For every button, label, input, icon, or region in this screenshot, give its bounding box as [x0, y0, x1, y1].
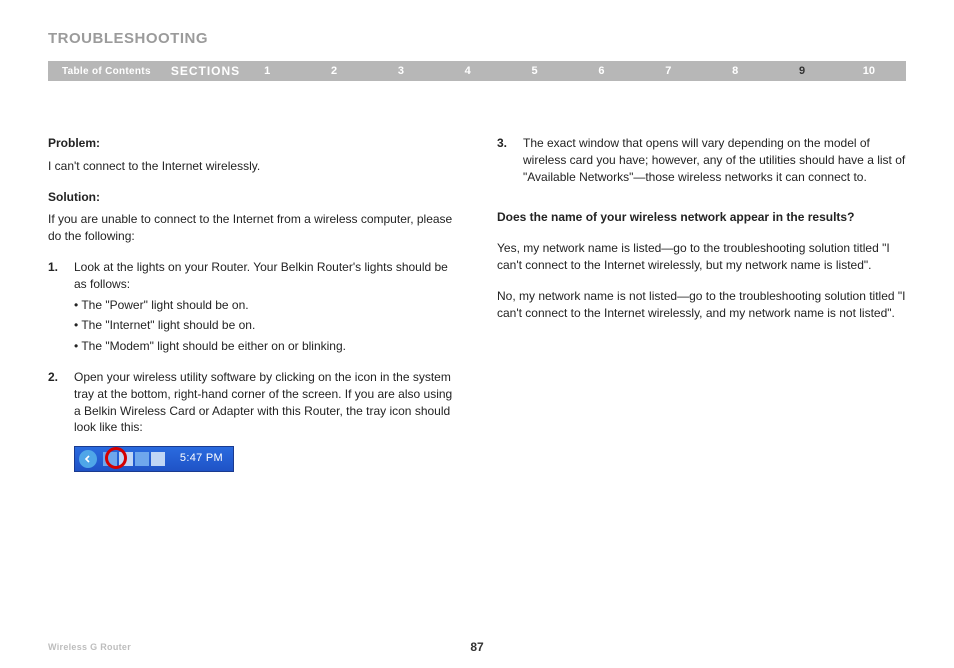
highlight-circle-icon — [105, 447, 127, 469]
section-link-2[interactable]: 2 — [327, 65, 341, 77]
sections-label: SECTIONS — [165, 64, 260, 78]
problem-text: I can't connect to the Internet wireless… — [48, 158, 457, 175]
tray-icon — [151, 452, 165, 466]
toc-link[interactable]: Table of Contents — [48, 66, 165, 77]
section-link-9[interactable]: 9 — [795, 65, 809, 77]
step-1-bullet-2: • The "Internet" light should be on. — [74, 317, 457, 334]
section-numbers: 1 2 3 4 5 6 7 8 9 10 — [260, 65, 906, 77]
step-3-number: 3. — [497, 135, 523, 185]
solution-label: Solution: — [48, 189, 457, 206]
section-link-4[interactable]: 4 — [461, 65, 475, 77]
section-link-10[interactable]: 10 — [862, 65, 876, 77]
section-link-7[interactable]: 7 — [661, 65, 675, 77]
section-link-5[interactable]: 5 — [528, 65, 542, 77]
section-nav-bar: Table of Contents SECTIONS 1 2 3 4 5 6 7… — [48, 61, 906, 81]
section-link-3[interactable]: 3 — [394, 65, 408, 77]
page-number: 87 — [470, 640, 483, 654]
step-1-bullet-3: • The "Modem" light should be either on … — [74, 338, 457, 355]
tray-expand-icon — [79, 450, 97, 468]
step-2-text: Open your wireless utility software by c… — [74, 369, 457, 436]
document-page: TROUBLESHOOTING Table of Contents SECTIO… — [0, 0, 954, 668]
step-3: 3. The exact window that opens will vary… — [497, 135, 906, 185]
page-footer: Wireless G Router 87 — [48, 642, 906, 652]
step-1-bullet-1: • The "Power" light should be on. — [74, 297, 457, 314]
problem-label: Problem: — [48, 135, 457, 152]
section-link-6[interactable]: 6 — [594, 65, 608, 77]
step-2: 2. Open your wireless utility software b… — [48, 369, 457, 472]
step-1-number: 1. — [48, 259, 74, 359]
answer-yes: Yes, my network name is listed—go to the… — [497, 240, 906, 274]
section-link-1[interactable]: 1 — [260, 65, 274, 77]
network-question: Does the name of your wireless network a… — [497, 209, 906, 226]
solution-intro: If you are unable to connect to the Inte… — [48, 211, 457, 245]
content-columns: Problem: I can't connect to the Internet… — [48, 135, 906, 482]
tray-icon — [135, 452, 149, 466]
right-column: 3. The exact window that opens will vary… — [497, 135, 906, 482]
system-tray-image: 5:47 PM — [74, 446, 234, 472]
section-link-8[interactable]: 8 — [728, 65, 742, 77]
left-column: Problem: I can't connect to the Internet… — [48, 135, 457, 482]
answer-no: No, my network name is not listed—go to … — [497, 288, 906, 322]
footer-product-name: Wireless G Router — [48, 642, 131, 652]
step-3-text: The exact window that opens will vary de… — [523, 135, 906, 185]
page-title: TROUBLESHOOTING — [48, 30, 906, 47]
step-1-text: Look at the lights on your Router. Your … — [74, 259, 457, 293]
step-1: 1. Look at the lights on your Router. Yo… — [48, 259, 457, 359]
tray-clock: 5:47 PM — [180, 451, 223, 466]
step-2-number: 2. — [48, 369, 74, 472]
